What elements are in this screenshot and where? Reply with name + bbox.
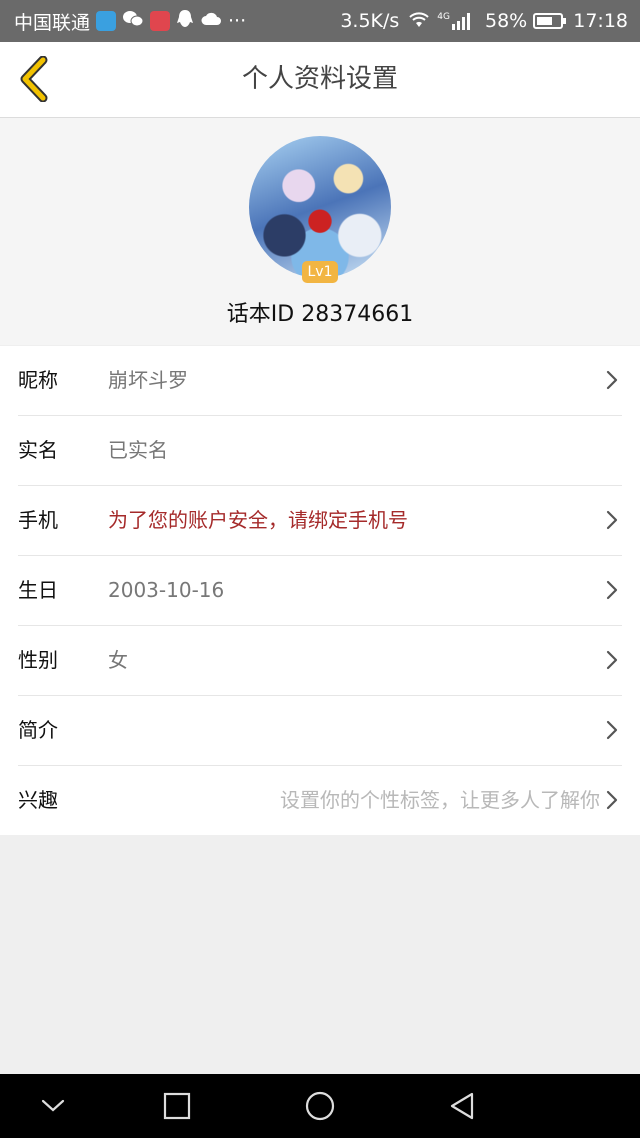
birthday-row[interactable]: 生日 2003-10-16 [18,556,622,626]
chevron-right-icon [606,580,618,600]
nickname-row[interactable]: 昵称 崩坏斗罗 [18,346,622,416]
video-app-icon [96,11,117,31]
profile-header: Lv1 话本ID 28374661 [0,118,640,345]
chevron-right-icon [606,720,618,740]
system-nav-bar [0,1074,640,1138]
hide-nav-button[interactable] [33,1086,73,1126]
status-right: 3.5K/s 4G 58% 17:18 [340,10,640,33]
more-notifications-icon: ··· [228,10,247,32]
gender-row[interactable]: 性别 女 [18,626,622,696]
chevron-down-icon [41,1099,65,1112]
wechat-icon [122,9,144,34]
nickname-value: 崩坏斗罗 [108,368,188,392]
status-left: 中国联通 ··· [0,8,246,35]
profile-id: 话本ID 28374661 [0,296,640,328]
battery-icon [533,13,567,29]
row-label: 性别 [18,648,58,672]
signal-icon: 4G [437,12,473,30]
battery-percent: 58% [485,10,528,32]
row-label: 手机 [18,508,58,532]
chevron-right-icon [606,510,618,530]
wifi-icon [407,10,431,33]
square-icon [163,1092,191,1120]
row-label: 简介 [18,718,58,742]
recent-apps-button[interactable] [157,1086,197,1126]
chevron-right-icon [606,370,618,390]
birthday-value: 2003-10-16 [108,578,225,602]
profile-id-value: 28374661 [301,302,414,327]
qq-icon [176,9,194,34]
clock: 17:18 [573,10,628,32]
realname-row: 实名 已实名 [18,416,622,486]
bio-row[interactable]: 简介 [18,696,622,766]
network-speed: 3.5K/s [340,10,400,32]
gender-value: 女 [108,648,128,672]
network-type-label: 4G [437,12,450,22]
row-label: 昵称 [18,368,58,392]
row-label: 生日 [18,578,58,602]
app-icon [150,11,171,31]
status-bar: 中国联通 ··· 3.5K/s 4G 58% 17:18 [0,0,640,42]
chevron-right-icon [606,650,618,670]
profile-id-label: 话本ID [226,302,295,327]
avatar[interactable] [249,136,391,278]
cloud-icon [200,10,222,32]
home-button[interactable] [300,1086,340,1126]
phone-warning-text: 为了您的账户安全，请绑定手机号 [108,508,408,532]
circle-icon [305,1091,335,1121]
row-label: 实名 [18,438,58,462]
back-nav-button[interactable] [442,1086,482,1126]
chevron-right-icon [606,790,618,810]
realname-value: 已实名 [108,438,168,462]
nav-bar: 个人资料设置 [0,42,640,118]
interests-row[interactable]: 兴趣 设置你的个性标签，让更多人了解你 [18,766,622,835]
row-label: 兴趣 [18,788,58,812]
page-title: 个人资料设置 [241,64,398,94]
triangle-back-icon [450,1092,474,1120]
phone-row[interactable]: 手机 为了您的账户安全，请绑定手机号 [18,486,622,556]
level-badge: Lv1 [302,261,338,283]
profile-settings-list: 昵称 崩坏斗罗 实名 已实名 手机 为了您的账户安全，请绑定手机号 生日 200… [0,346,640,835]
interests-placeholder: 设置你的个性标签，让更多人了解你 [280,788,600,812]
carrier-label: 中国联通 [14,11,91,34]
